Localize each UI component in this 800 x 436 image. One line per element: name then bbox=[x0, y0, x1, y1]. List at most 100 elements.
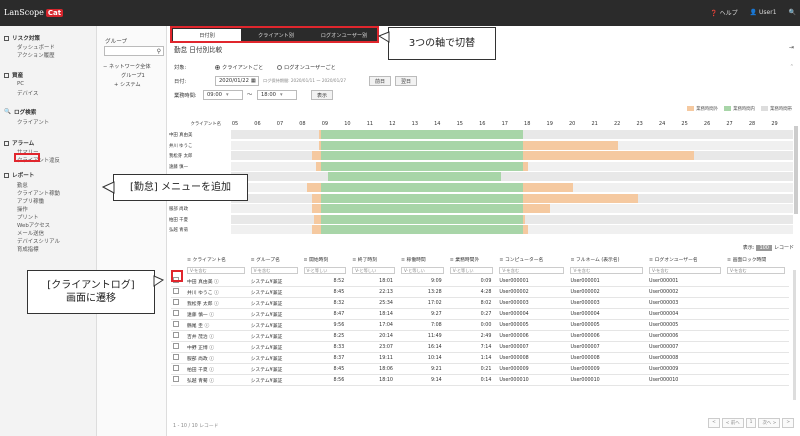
overtime-bar[interactable] bbox=[523, 193, 638, 203]
nav-item-client-operation[interactable]: クライアント稼動 bbox=[17, 189, 60, 197]
overtime-bar[interactable] bbox=[523, 161, 528, 171]
in-hours-bar[interactable] bbox=[320, 130, 524, 139]
overtime-bar[interactable] bbox=[523, 204, 551, 214]
client-log-icon[interactable] bbox=[173, 343, 179, 349]
nav-section-log-search[interactable]: 🔍 ログ検索 bbox=[4, 108, 36, 116]
nav-item-client[interactable]: クライアント bbox=[17, 118, 49, 126]
nav-item-training-index[interactable]: 育成指標 bbox=[17, 245, 39, 253]
overtime-bar[interactable] bbox=[523, 225, 528, 235]
nav-item-mail-send[interactable]: メール送信 bbox=[17, 229, 44, 237]
client-log-icon[interactable] bbox=[173, 354, 179, 360]
in-hours-bar[interactable] bbox=[320, 183, 524, 192]
filter-group[interactable]: V-を含む bbox=[250, 267, 298, 274]
in-hours-bar[interactable] bbox=[320, 225, 524, 235]
nav-item-attendance[interactable]: 勤怠 bbox=[17, 181, 28, 189]
date-input[interactable]: 2020/01/22 ▦ bbox=[215, 76, 259, 86]
table-row[interactable]: 柏田 千夏 ⓘ システム¥兼証 8:45 18:06 9:21 0:21 User00000… bbox=[171, 363, 789, 375]
pager-next[interactable]: 次へ > bbox=[758, 418, 781, 428]
group-search-input[interactable]: ⚲ bbox=[104, 46, 164, 56]
col-work[interactable]: ≡ 稼働時間 bbox=[399, 254, 448, 265]
search-icon[interactable]: ⚲ bbox=[157, 48, 161, 55]
filter-computer[interactable]: V-を含む bbox=[499, 267, 565, 274]
client-log-icon[interactable] bbox=[173, 376, 179, 382]
nav-item-action-history[interactable]: アクション履歴 bbox=[17, 51, 54, 59]
table-scrollbar[interactable] bbox=[793, 270, 796, 400]
overtime-bar[interactable] bbox=[311, 151, 321, 161]
search-icon[interactable]: 🔍 bbox=[789, 9, 796, 16]
col-fullname[interactable]: ≡ フルネーム (表示名) bbox=[568, 254, 647, 265]
col-overtime[interactable]: ≡ 業務時間外 bbox=[448, 254, 498, 265]
in-hours-bar[interactable] bbox=[320, 151, 524, 161]
nav-item-dashboard[interactable]: ダッシュボード bbox=[17, 43, 55, 51]
overtime-bar[interactable] bbox=[314, 214, 321, 224]
table-row[interactable]: 我松芽 太郎 ⓘ システム¥兼証 8:32 25:34 17:02 8:02 User000… bbox=[171, 297, 789, 309]
client-log-icon[interactable] bbox=[173, 365, 179, 371]
table-row[interactable]: 吉井 茂治 ⓘ システム¥兼証 8:25 20:14 11:49 2:49 User0000… bbox=[171, 330, 789, 342]
filter-client[interactable]: V-を含む bbox=[187, 267, 245, 274]
nav-item-device-serial[interactable]: デバイスシリアル bbox=[17, 237, 60, 245]
client-log-icon[interactable] bbox=[173, 288, 179, 294]
col-end[interactable]: ≡ 終了時刻 bbox=[350, 254, 399, 265]
user-menu[interactable]: 👤 User1 bbox=[750, 9, 777, 16]
overtime-bar[interactable] bbox=[311, 193, 321, 203]
collapse-icon[interactable]: ⌃ bbox=[790, 64, 794, 70]
client-log-icon[interactable] bbox=[173, 321, 179, 327]
in-hours-bar[interactable] bbox=[320, 140, 524, 150]
app-logo[interactable]: LanScope Cat bbox=[4, 5, 64, 20]
export-icon[interactable]: ⇥ bbox=[789, 44, 794, 51]
pager-prev[interactable]: < 前へ bbox=[721, 418, 744, 428]
show-button[interactable]: 表示 bbox=[311, 90, 333, 100]
in-hours-bar[interactable] bbox=[320, 193, 524, 203]
next-day-button[interactable]: 翌日 bbox=[395, 76, 417, 86]
in-hours-bar[interactable] bbox=[327, 172, 501, 182]
overtime-bar[interactable] bbox=[523, 183, 573, 192]
pager-page[interactable]: 1 bbox=[745, 418, 757, 428]
filter-start[interactable]: V-と等しい bbox=[303, 267, 347, 274]
radio-client[interactable]: クライアントごと bbox=[215, 64, 263, 71]
nav-section-report[interactable]: レポート bbox=[4, 171, 34, 179]
table-row[interactable]: 中田 真由美 ⓘ システム¥兼証 8:52 18:01 9:09 0:09 User0000… bbox=[171, 276, 789, 287]
client-log-icon[interactable] bbox=[173, 332, 179, 338]
tree-item-system[interactable]: + システム bbox=[114, 81, 141, 88]
nav-item-pc[interactable]: PC bbox=[17, 81, 24, 87]
hours-from-select[interactable]: 09:00 ▾ bbox=[203, 90, 243, 100]
nav-item-print[interactable]: プリント bbox=[17, 213, 39, 221]
filter-end[interactable]: V-と等しい bbox=[352, 267, 395, 274]
nav-item-device[interactable]: デバイス bbox=[17, 89, 38, 97]
col-screenlock[interactable]: ≡ 画面ロック時間 bbox=[725, 254, 789, 265]
in-hours-bar[interactable] bbox=[320, 214, 524, 224]
table-row[interactable]: 中野 正博 ⓘ システム¥兼証 8:33 23:07 16:14 7:14 User0000… bbox=[171, 341, 789, 353]
filter-logon[interactable]: V-を含む bbox=[649, 267, 722, 274]
nav-item-web-access[interactable]: Webアクセス bbox=[17, 221, 50, 229]
client-log-icon[interactable] bbox=[173, 299, 179, 305]
col-group[interactable]: ≡ グループ名 bbox=[249, 254, 302, 265]
col-client[interactable]: ≡ クライアント名 bbox=[185, 254, 249, 265]
filter-work[interactable]: V-と等しい bbox=[400, 267, 444, 274]
overtime-bar[interactable] bbox=[307, 183, 321, 192]
overtime-bar[interactable] bbox=[523, 140, 618, 150]
table-row[interactable]: 遠藤 慎一 ⓘ システム¥兼証 8:47 18:14 9:27 0:27 User00000… bbox=[171, 308, 789, 320]
overtime-bar[interactable] bbox=[311, 225, 321, 235]
hours-to-select[interactable]: 18:00 ▾ bbox=[257, 90, 297, 100]
nav-section-alarm[interactable]: アラーム bbox=[4, 139, 34, 147]
chart-scrollbar[interactable] bbox=[794, 126, 798, 214]
nav-item-operation[interactable]: 操作 bbox=[17, 205, 28, 213]
table-row[interactable]: 服部 尚政 ⓘ システム¥兼証 8:37 19:11 10:14 1:14 User0000… bbox=[171, 352, 789, 364]
pager-last[interactable]: > bbox=[782, 418, 794, 428]
col-start[interactable]: ≡ 開始時刻 bbox=[302, 254, 351, 265]
table-row[interactable]: 鶴尾 圭 ⓘ システム¥兼証 9:56 17:04 7:08 0:00 User000005… bbox=[171, 319, 789, 331]
nav-section-assets[interactable]: 資産 bbox=[4, 71, 23, 79]
filter-overtime[interactable]: V-と等しい bbox=[449, 267, 494, 274]
help-link[interactable]: ❓ ヘルプ bbox=[710, 8, 737, 17]
calendar-icon[interactable]: ▦ bbox=[251, 78, 256, 84]
tree-item-network[interactable]: − ネットワーク全体 bbox=[103, 63, 151, 70]
overtime-bar[interactable] bbox=[523, 151, 695, 161]
table-row[interactable]: 弘越 青菊 ⓘ システム¥兼証 8:56 18:10 9:14 0:14 User00001… bbox=[171, 374, 789, 386]
col-computer[interactable]: ≡ コンピューター名 bbox=[497, 254, 568, 265]
overtime-bar[interactable] bbox=[311, 204, 321, 214]
pager-first[interactable]: < bbox=[708, 418, 720, 428]
in-hours-bar[interactable] bbox=[320, 161, 524, 171]
nav-section-risk[interactable]: リスク対策 bbox=[4, 34, 40, 42]
radio-logon-user[interactable]: ログオンユーザーごと bbox=[277, 64, 336, 71]
nav-item-app-operation[interactable]: アプリ稼働 bbox=[17, 197, 44, 205]
